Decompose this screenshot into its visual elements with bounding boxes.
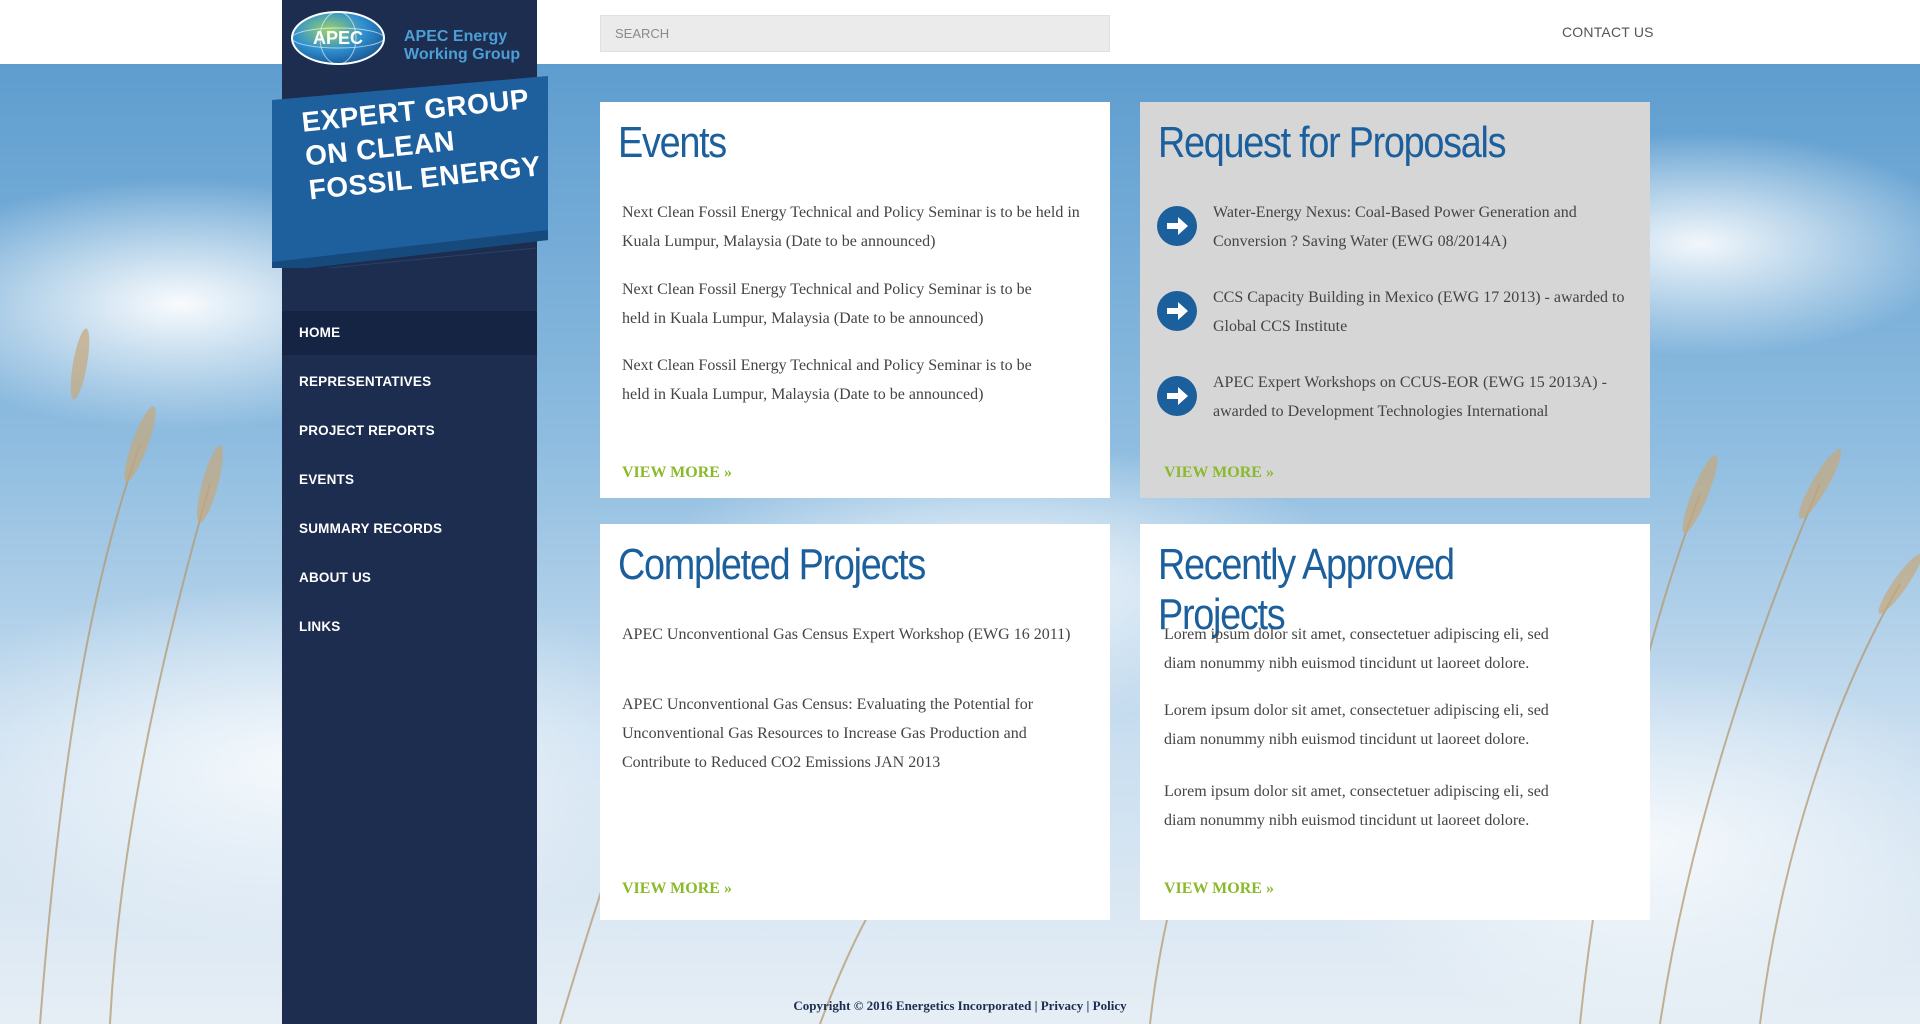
- arrow-right-icon: [1157, 206, 1197, 246]
- contact-us-link[interactable]: CONTACT US: [1562, 24, 1654, 40]
- footer-separator: |: [1031, 998, 1041, 1013]
- events-item[interactable]: Next Clean Fossil Energy Technical and P…: [622, 275, 1052, 333]
- approved-view-more-link[interactable]: VIEW MORE »: [1164, 880, 1274, 898]
- sidebar-nav: HOME REPRESENTATIVES PROJECT REPORTS EVE…: [282, 311, 537, 654]
- footer-separator: |: [1083, 998, 1093, 1013]
- sidebar-item-links[interactable]: LINKS: [282, 605, 537, 649]
- proposals-item[interactable]: APEC Expert Workshops on CCUS-EOR (EWG 1…: [1213, 368, 1633, 426]
- approved-projects-card: Recently Approved Projects Lorem ipsum d…: [1140, 524, 1650, 920]
- proposals-item[interactable]: Water-Energy Nexus: Coal-Based Power Gen…: [1213, 198, 1633, 256]
- logo-mark-text: APEC: [313, 28, 363, 48]
- logo-wordmark: APEC Energy Working Group: [404, 28, 520, 64]
- completed-projects-card: Completed Projects APEC Unconventional G…: [600, 524, 1110, 920]
- search-input[interactable]: [600, 15, 1110, 52]
- policy-link[interactable]: Policy: [1093, 998, 1127, 1013]
- apec-globe-icon: APEC: [291, 11, 385, 65]
- completed-item[interactable]: APEC Unconventional Gas Census Expert Wo…: [622, 620, 1072, 649]
- copyright-text: Copyright © 2016 Energetics Incorporated: [793, 998, 1032, 1013]
- events-card: Events Next Clean Fossil Energy Technica…: [600, 102, 1110, 498]
- events-item[interactable]: Next Clean Fossil Energy Technical and P…: [622, 351, 1052, 409]
- sidebar-item-representatives[interactable]: REPRESENTATIVES: [282, 360, 537, 404]
- sidebar-item-project-reports[interactable]: PROJECT REPORTS: [282, 409, 537, 453]
- proposals-card: Request for Proposals Water-Energy Nexus…: [1140, 102, 1650, 498]
- approved-item[interactable]: Lorem ipsum dolor sit amet, consectetuer…: [1164, 777, 1584, 835]
- privacy-link[interactable]: Privacy: [1041, 998, 1084, 1013]
- proposals-item[interactable]: CCS Capacity Building in Mexico (EWG 17 …: [1213, 283, 1633, 341]
- apec-logo[interactable]: APEC APEC Energy Working Group: [290, 10, 525, 66]
- footer: Copyright © 2016 Energetics Incorporated…: [0, 998, 1920, 1014]
- sidebar-item-home[interactable]: HOME: [282, 311, 537, 355]
- proposals-view-more-link[interactable]: VIEW MORE »: [1164, 464, 1274, 482]
- arrow-right-icon: [1157, 291, 1197, 331]
- completed-item[interactable]: APEC Unconventional Gas Census: Evaluati…: [622, 690, 1072, 777]
- logo-line-2: Working Group: [404, 46, 521, 63]
- sidebar-item-about-us[interactable]: ABOUT US: [282, 556, 537, 600]
- approved-item[interactable]: Lorem ipsum dolor sit amet, consectetuer…: [1164, 696, 1584, 754]
- sidebar-item-events[interactable]: EVENTS: [282, 458, 537, 502]
- logo-line-1: APEC Energy: [404, 28, 508, 45]
- approved-item[interactable]: Lorem ipsum dolor sit amet, consectetuer…: [1164, 620, 1584, 678]
- proposals-title: Request for Proposals: [1158, 118, 1507, 167]
- sidebar-item-summary-records[interactable]: SUMMARY RECORDS: [282, 507, 537, 551]
- events-title: Events: [618, 118, 727, 167]
- completed-title: Completed Projects: [618, 540, 926, 589]
- events-view-more-link[interactable]: VIEW MORE »: [622, 464, 732, 482]
- events-item[interactable]: Next Clean Fossil Energy Technical and P…: [622, 198, 1092, 256]
- arrow-right-icon: [1157, 376, 1197, 416]
- completed-view-more-link[interactable]: VIEW MORE »: [622, 880, 732, 898]
